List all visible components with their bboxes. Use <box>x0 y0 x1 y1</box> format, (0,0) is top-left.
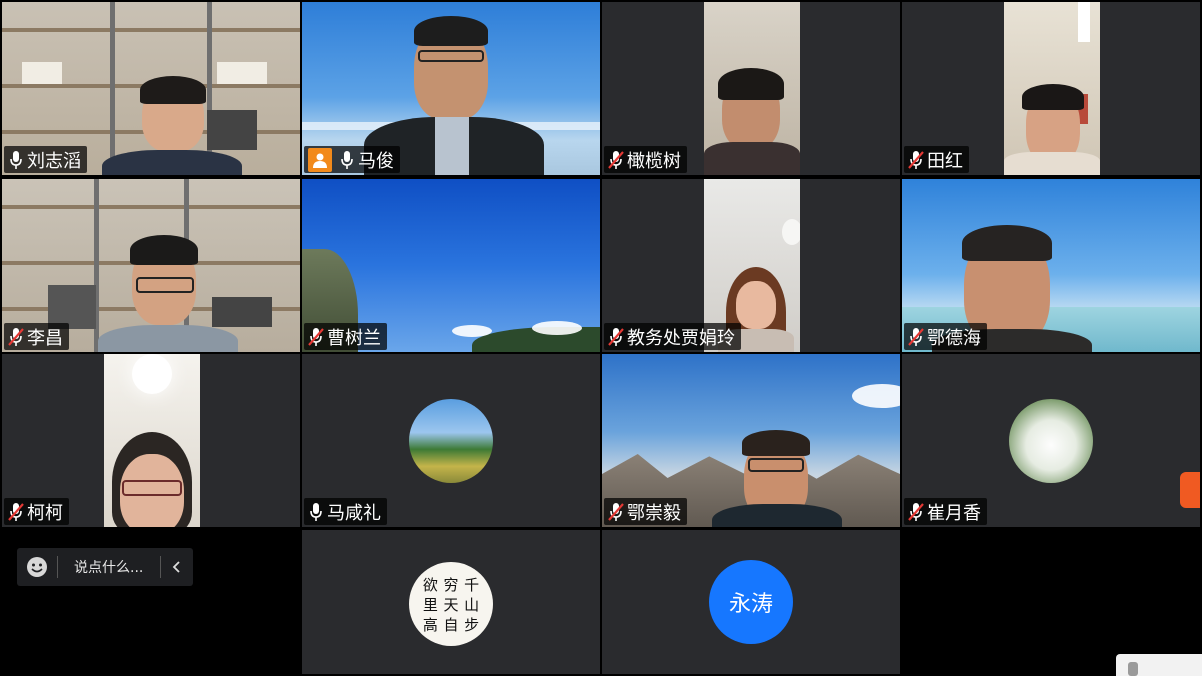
chevron-left-icon[interactable] <box>161 560 193 574</box>
microphone-muted-icon <box>608 327 624 347</box>
calligraphy-char: 高 <box>422 616 438 634</box>
calligraphy-char: 天 <box>443 596 459 614</box>
participant-name: 柯柯 <box>27 502 63 524</box>
video-tile-13[interactable]: 欲 穷 千 里 天 山 高 自 步 <box>302 530 600 674</box>
participant-name-bar: 马咸礼 <box>304 498 387 525</box>
emoji-icon[interactable] <box>17 556 57 578</box>
participant-name-bar: 鄂德海 <box>904 323 987 350</box>
video-tile-5[interactable]: 李昌 <box>2 179 300 352</box>
microphone-muted-icon <box>308 327 324 347</box>
calligraphy-char: 里 <box>422 596 438 614</box>
calligraphy-char: 步 <box>464 616 480 634</box>
participant-name-bar: 橄榄树 <box>604 146 687 173</box>
microphone-icon <box>1128 662 1138 676</box>
participant-name-bar: 田红 <box>904 146 969 173</box>
calligraphy-char: 穷 <box>443 576 459 594</box>
participant-name: 马咸礼 <box>327 502 381 524</box>
microphone-muted-icon <box>608 502 624 522</box>
microphone-icon <box>8 150 24 170</box>
floating-badge-icon[interactable] <box>1180 472 1200 508</box>
participant-name: 李昌 <box>27 327 63 349</box>
participant-name-bar: 柯柯 <box>4 498 69 525</box>
video-feed <box>704 2 800 175</box>
participant-name: 刘志滔 <box>27 150 81 172</box>
avatar-initials: 永涛 <box>728 592 773 617</box>
video-tile-8[interactable]: 鄂德海 <box>902 179 1200 352</box>
microphone-muted-icon <box>8 327 24 347</box>
video-tile-9[interactable]: 柯柯 <box>2 354 300 527</box>
video-feed <box>104 354 200 527</box>
video-tile-6[interactable]: 曹树兰 <box>302 179 600 352</box>
microphone-icon <box>308 502 324 522</box>
partial-toast <box>1116 654 1202 676</box>
chat-input-bar[interactable]: 说点什么... <box>17 548 193 586</box>
video-tile-4[interactable]: 田红 <box>902 2 1200 175</box>
participant-name-bar: 曹树兰 <box>304 323 387 350</box>
video-tile-14[interactable]: 永涛 <box>602 530 900 674</box>
microphone-muted-icon <box>908 327 924 347</box>
participant-name-bar: 教务处贾娟玲 <box>604 323 741 350</box>
video-tile-10[interactable]: 马咸礼 <box>302 354 600 527</box>
participant-name-bar: 马俊 <box>304 146 400 173</box>
participant-name: 田红 <box>927 150 963 172</box>
host-badge-icon <box>308 147 332 172</box>
video-tile-2[interactable]: 马俊 <box>302 2 600 175</box>
participant-name-bar: 李昌 <box>4 323 69 350</box>
chat-input[interactable]: 说点什么... <box>58 557 160 577</box>
participant-name-bar: 崔月香 <box>904 498 987 525</box>
microphone-muted-icon <box>908 150 924 170</box>
microphone-muted-icon <box>8 502 24 522</box>
video-tile-12[interactable]: 崔月香 <box>902 354 1200 527</box>
video-feed <box>1004 2 1100 175</box>
video-tile-7[interactable]: 教务处贾娟玲 <box>602 179 900 352</box>
microphone-muted-icon <box>908 502 924 522</box>
profile-avatar <box>409 398 493 483</box>
calligraphy-char: 千 <box>464 576 480 594</box>
video-tile-3[interactable]: 橄榄树 <box>602 2 900 175</box>
participant-name: 崔月香 <box>927 502 981 524</box>
calligraphy-char: 欲 <box>422 576 438 594</box>
participant-name: 马俊 <box>358 150 394 172</box>
participant-name-bar: 刘志滔 <box>4 146 87 173</box>
initials-avatar: 永涛 <box>709 560 793 644</box>
calligraphy-char: 山 <box>464 596 480 614</box>
participant-name-bar: 鄂崇毅 <box>604 498 687 525</box>
calligraphy-char: 自 <box>443 616 459 634</box>
calligraphy-avatar: 欲 穷 千 里 天 山 高 自 步 <box>409 562 493 646</box>
participant-name: 鄂崇毅 <box>627 502 681 524</box>
participant-name: 曹树兰 <box>327 327 381 349</box>
profile-avatar <box>1009 398 1093 483</box>
video-tile-11[interactable]: 鄂崇毅 <box>602 354 900 527</box>
microphone-muted-icon <box>608 150 624 170</box>
participant-name: 鄂德海 <box>927 327 981 349</box>
participant-name: 橄榄树 <box>627 150 681 172</box>
microphone-icon <box>339 150 355 170</box>
participant-name: 教务处贾娟玲 <box>627 327 735 349</box>
video-tile-1[interactable]: 刘志滔 <box>2 2 300 175</box>
